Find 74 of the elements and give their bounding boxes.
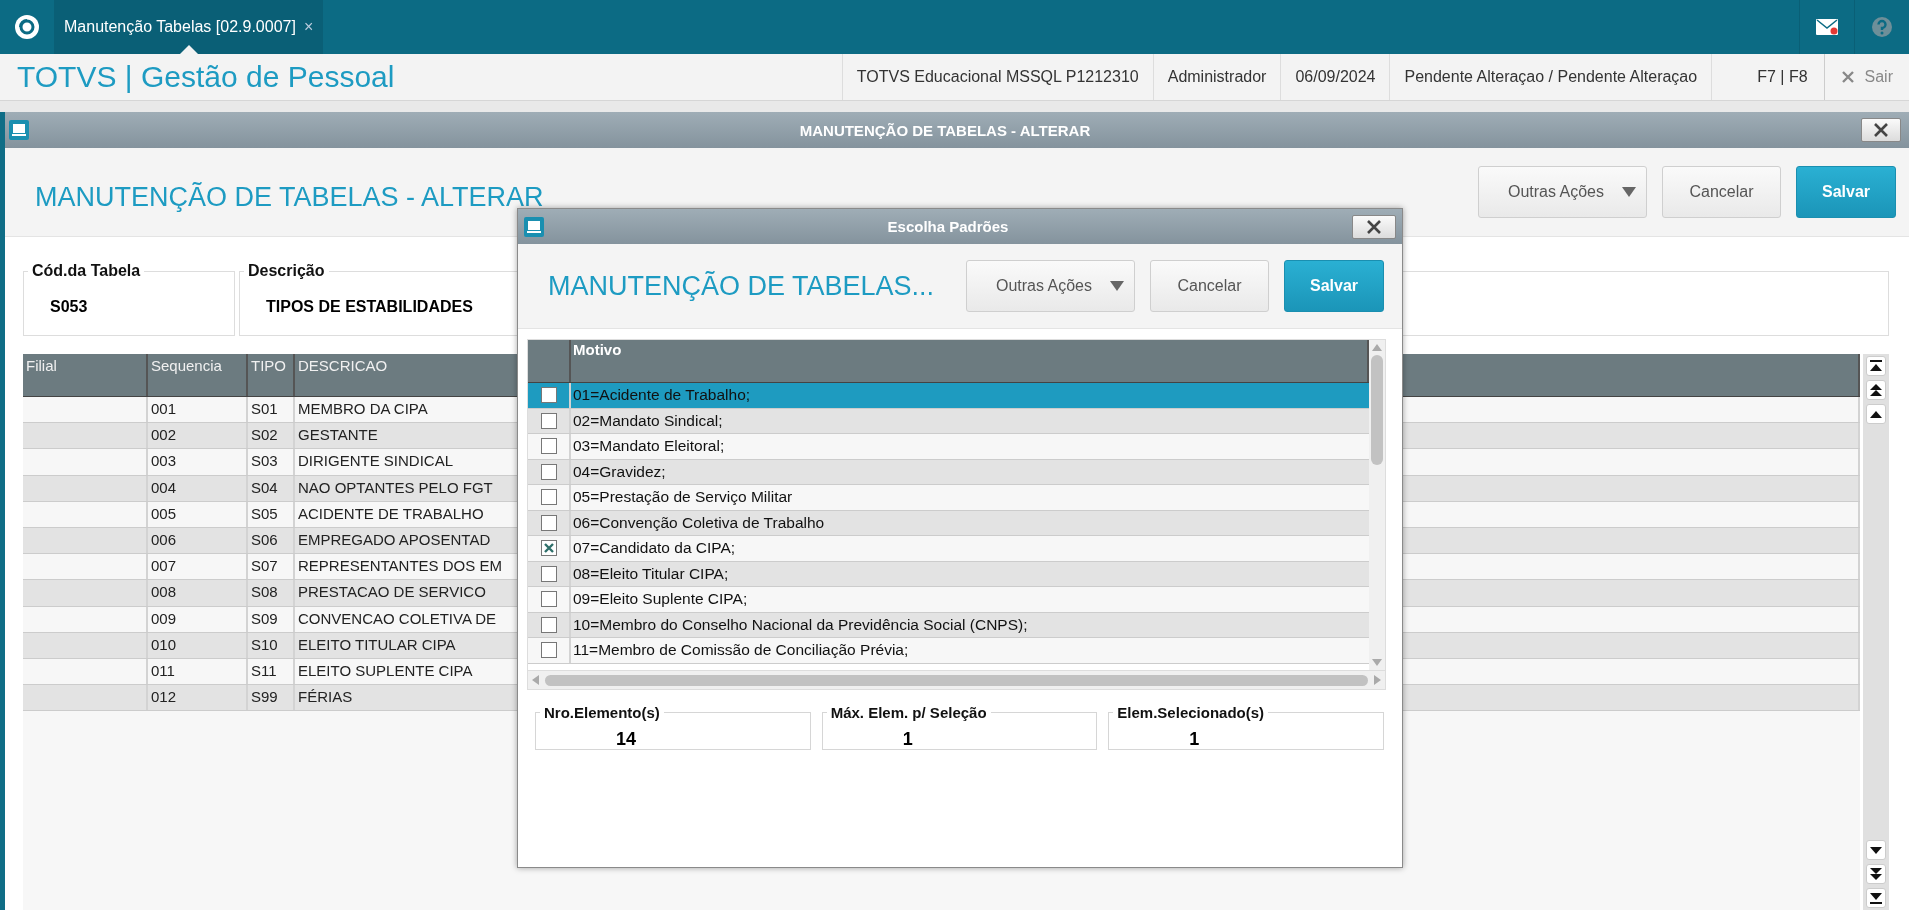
close-icon [1872,122,1890,138]
page-down-button[interactable] [1866,864,1886,884]
field-value: 1 [1189,729,1201,750]
page-down-icon [1868,867,1884,881]
cancel-button[interactable]: Cancelar [1150,260,1269,312]
status-info: Administrador [1152,54,1281,100]
table-cell: 004 [148,475,248,501]
field-label: Cód.da Tabela [31,262,142,280]
table-cell: S99 [248,685,295,711]
document-tab[interactable]: Manutenção Tabelas [02.9.0007] × [54,0,324,54]
table-cell: S10 [248,632,295,658]
checkbox-icon[interactable] [540,565,557,582]
close-icon [1840,70,1855,84]
scroll-up-button[interactable] [1866,404,1886,424]
page-heading: MANUTENÇÃO DE TABELAS - ALTERAR [35,180,545,213]
checkbox-icon[interactable] [540,489,557,506]
scroll-top-icon [1868,359,1884,373]
table-cell: S04 [248,475,295,501]
dialog-heading: MANUTENÇÃO DE TABELAS... [548,270,936,302]
more-actions-button[interactable]: Outras Ações [1478,166,1647,218]
table-cell: 005 [148,501,248,527]
table-cell: S09 [248,606,295,632]
window-title: MANUTENÇÃO DE TABELAS - ALTERAR [798,121,1092,139]
scroll-right-icon [1374,675,1381,685]
vertical-scrollbar[interactable] [1369,340,1385,670]
table-cell: 010 [148,632,248,658]
field-value: S053 [50,298,89,316]
close-button[interactable] [1352,214,1396,239]
status-info: 06/09/2024 [1280,54,1390,100]
caret-down-icon [1110,281,1124,291]
mail-icon[interactable] [1816,19,1838,35]
table-cell: 003 [148,449,248,475]
caret-down-icon [1622,187,1636,197]
checked-checkbox-icon[interactable] [540,540,557,557]
scroll-down-button[interactable] [1866,840,1886,860]
page-up-button[interactable] [1866,380,1886,400]
table-cell: 012 [148,685,248,711]
window-icon [9,120,29,140]
close-icon [1365,218,1383,235]
scroll-left-icon [532,675,539,685]
table-cell: 008 [148,580,248,606]
scroll-top-button[interactable] [1866,356,1886,376]
table-cell: S05 [248,501,295,527]
field-value: 1 [902,729,914,750]
checkbox-icon[interactable] [540,412,557,429]
checkbox-icon[interactable] [540,616,557,633]
checkbox-icon[interactable] [540,387,557,404]
field-label: Descrição [247,262,326,280]
checkbox-icon[interactable] [540,514,557,531]
app-title: TOTVS | Gestão de Pessoal [16,60,396,94]
table-cell: S03 [248,449,295,475]
dialog-title: Escolha Padrões [886,218,1010,235]
field-value: TIPOS DE ESTABILIDADES [266,298,474,316]
horizontal-scrollbar[interactable] [528,670,1385,689]
checkbox-icon[interactable] [540,438,557,455]
scroll-bottom-button[interactable] [1866,888,1886,908]
cancel-button[interactable]: Cancelar [1662,166,1781,218]
status-info: TOTVS Educacional MSSQL P1212310 [841,54,1153,100]
table-cell: S08 [248,580,295,606]
checkbox-icon[interactable] [540,591,557,608]
scroll-up-icon [1372,344,1382,351]
page-up-icon [1868,383,1884,397]
more-actions-button[interactable]: Outras Ações [966,260,1135,312]
checkbox-icon[interactable] [540,463,557,480]
status-info: Pendente Alteraçao / Pendente Alteraçao [1389,54,1712,100]
field-value: 14 [616,729,638,750]
close-button[interactable] [1861,118,1901,142]
shortcut-label: F7 | F8 [1711,54,1824,100]
checkbox-icon[interactable] [540,642,557,659]
app-logo-icon[interactable] [14,14,40,40]
close-tab-button[interactable]: × [303,18,314,36]
scroll-bottom-icon [1868,891,1884,905]
window-icon [524,216,544,237]
table-cell: 009 [148,606,248,632]
